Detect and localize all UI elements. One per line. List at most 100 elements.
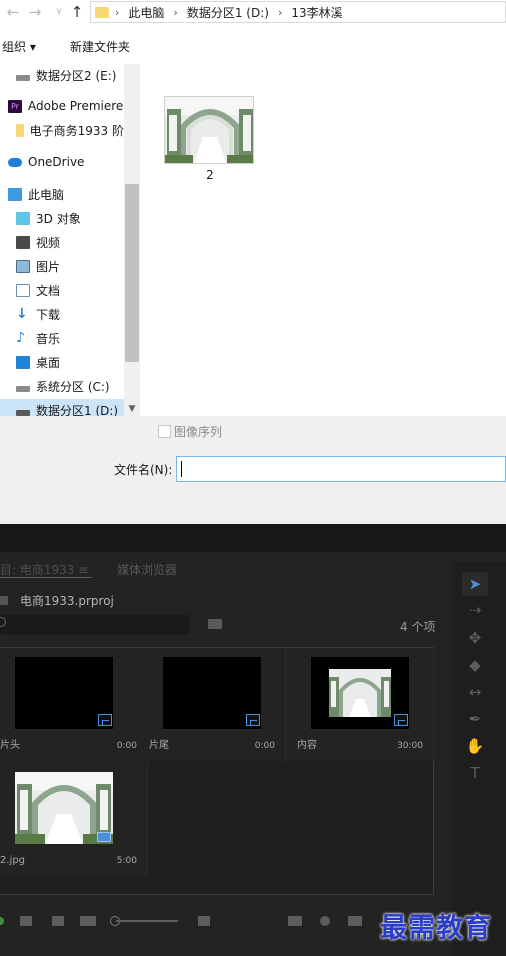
item-duration: 30:00: [397, 741, 423, 751]
breadcrumb-separator-icon: ›: [277, 5, 283, 19]
filename-input[interactable]: [176, 456, 506, 482]
project-item[interactable]: 片尾 0:00: [138, 648, 286, 761]
item-name: 内容: [297, 740, 317, 751]
tab-media-browser[interactable]: 媒体浏览器: [117, 561, 177, 578]
tree-item-3d-objects[interactable]: 3D 对象: [0, 207, 124, 229]
image-sequence-checkbox[interactable]: [158, 425, 171, 438]
folder-icon: [95, 6, 109, 18]
razor-tool-icon[interactable]: ◆: [462, 653, 488, 677]
sequence-icon: [394, 714, 408, 726]
tree-item-desktop[interactable]: 桌面: [0, 351, 124, 373]
type-tool-icon[interactable]: T: [462, 761, 488, 785]
cloud-icon: [8, 157, 22, 167]
item-duration: 0:00: [116, 741, 137, 751]
video-icon: [16, 235, 30, 249]
file-name-label[interactable]: 2: [164, 168, 256, 182]
sequence-icon: [98, 714, 112, 726]
track-select-tool-icon[interactable]: ⇢: [462, 598, 488, 622]
tree-item-label: 视频: [36, 235, 61, 250]
item-duration: 5:00: [116, 856, 137, 866]
dialog-bottom-pane: 图像序列 文件名(N):: [0, 416, 506, 524]
desktop-icon: [16, 355, 30, 369]
zoom-slider[interactable]: [116, 920, 178, 922]
freeform-view-icon[interactable]: [80, 916, 96, 926]
scroll-down-icon[interactable]: ▼: [124, 402, 140, 416]
organize-button[interactable]: 组织 ▾: [2, 38, 36, 55]
new-bin-icon[interactable]: [208, 619, 222, 629]
up-arrow-icon[interactable]: ↑: [68, 3, 86, 21]
address-bar-row: ← → ∨ ↑ › 此电脑 › 数据分区1 (D:) › 13李林溪: [0, 0, 506, 26]
text-caret: [181, 461, 182, 477]
file-list-area: 2: [140, 64, 506, 416]
tree-item-documents[interactable]: 文档: [0, 279, 124, 301]
tree-item-folder[interactable]: 电子商务1933 阶: [0, 119, 124, 141]
list-view-icon[interactable]: [20, 916, 32, 926]
project-name: 电商1933.prproj: [20, 594, 114, 608]
cube-icon: [16, 211, 30, 225]
new-folder-button[interactable]: 新建文件夹: [70, 38, 130, 55]
computer-icon: [8, 187, 22, 201]
tree-item-label: Adobe Premiere: [28, 99, 124, 113]
panel-bottom-bar: [0, 908, 440, 936]
project-items-grid: 片头 0:00 片尾 0:00 内容 30:00 2.jpg 5:00: [0, 647, 434, 895]
address-box[interactable]: › 此电脑 › 数据分区1 (D:) › 13李林溪: [90, 1, 506, 23]
tree-item-label: 下载: [36, 307, 61, 322]
picture-icon: [16, 259, 30, 273]
tab-project[interactable]: 目: 电商1933 ≡: [0, 561, 88, 578]
breadcrumb-item[interactable]: 数据分区1 (D:): [187, 4, 269, 21]
selection-tool-icon[interactable]: ➤: [462, 572, 488, 596]
automate-to-sequence-icon[interactable]: [288, 916, 302, 926]
hand-tool-icon[interactable]: ✋: [462, 734, 488, 758]
tree-item-label: OneDrive: [28, 155, 85, 169]
wedding-image-thumbnail: [165, 97, 253, 163]
lock-status-icon[interactable]: [0, 917, 4, 925]
tree-item-videos[interactable]: 视频: [0, 231, 124, 253]
search-input[interactable]: [0, 615, 190, 635]
image-sequence-label: 图像序列: [174, 425, 223, 439]
tree-item-pictures[interactable]: 图片: [0, 255, 124, 277]
chevron-down-icon[interactable]: ∨: [50, 3, 68, 21]
breadcrumb-separator-icon: ›: [173, 5, 178, 19]
find-icon[interactable]: [320, 916, 330, 926]
project-item[interactable]: 片头 0:00: [0, 648, 148, 761]
watermark-logo: 最需教育: [380, 913, 492, 944]
item-name: 片头: [0, 740, 20, 751]
tree-item-drive-c[interactable]: 系统分区 (C:): [0, 375, 124, 397]
pen-tool-icon[interactable]: ✒: [462, 707, 488, 731]
item-name: 片尾: [149, 740, 169, 751]
drive-icon: [16, 75, 30, 81]
tree-item-label: 系统分区 (C:): [36, 379, 110, 394]
tree-item-label: 数据分区2 (E:): [36, 68, 117, 83]
tree-item-drive-d[interactable]: 数据分区1 (D:): [0, 399, 124, 416]
tree-item-drive-e[interactable]: 数据分区2 (E:): [0, 64, 124, 86]
tree-item-adobe-premiere[interactable]: Pr Adobe Premiere: [0, 95, 124, 117]
breadcrumb-item[interactable]: 此电脑: [128, 4, 164, 21]
premiere-icon: Pr: [8, 99, 22, 113]
back-arrow-icon[interactable]: ←: [4, 3, 22, 21]
file-thumbnail[interactable]: [164, 96, 254, 164]
document-icon: [16, 283, 30, 297]
ripple-edit-tool-icon[interactable]: ✥: [462, 626, 488, 650]
new-bin-icon[interactable]: [348, 916, 362, 926]
music-icon: ♪: [16, 329, 25, 346]
project-item[interactable]: 2.jpg 5:00: [0, 762, 148, 876]
tree-item-label: 图片: [36, 259, 61, 274]
slip-tool-icon[interactable]: ↔: [462, 680, 488, 704]
forward-arrow-icon[interactable]: →: [26, 3, 44, 21]
tree-item-label: 3D 对象: [36, 211, 81, 226]
sort-icon[interactable]: [198, 916, 210, 926]
active-tab-indicator: [0, 577, 92, 578]
project-item[interactable]: 内容 30:00: [286, 648, 434, 761]
tree-item-downloads[interactable]: ↓ 下载: [0, 303, 124, 325]
tree-item-music[interactable]: ♪ 音乐: [0, 327, 124, 349]
item-count: 4 个项: [400, 620, 436, 634]
tree-item-this-pc[interactable]: 此电脑: [0, 183, 124, 205]
project-file-icon: [0, 596, 8, 605]
filename-label: 文件名(N):: [114, 463, 173, 477]
drive-icon: [16, 386, 30, 392]
tree-scrollbar-thumb[interactable]: [125, 184, 139, 362]
tree-item-onedrive[interactable]: OneDrive: [0, 151, 124, 173]
breadcrumb-item[interactable]: 13李林溪: [291, 4, 342, 21]
download-icon: ↓: [16, 305, 28, 322]
icon-view-icon[interactable]: [52, 916, 64, 926]
